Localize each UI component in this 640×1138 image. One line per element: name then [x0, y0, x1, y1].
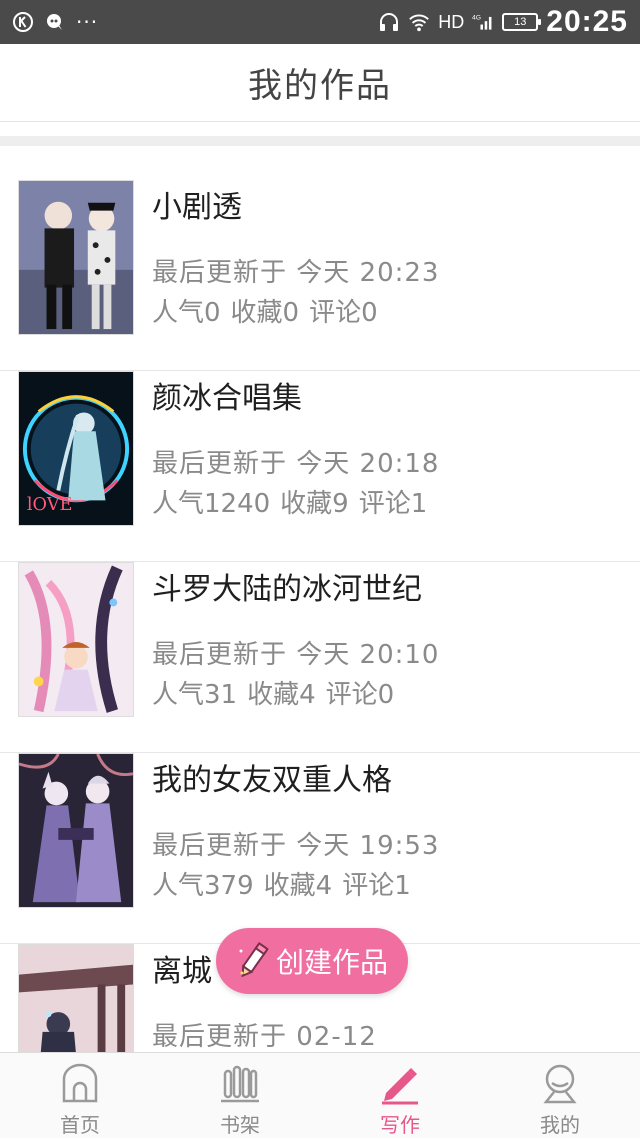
- network-type: HD: [438, 11, 465, 32]
- work-item[interactable]: lOVE 颜冰合唱集 最后更新于 今天 20:18 人气1240 收藏9 评论1: [0, 371, 640, 562]
- work-updated-time: 最后更新于 今天 19:53: [152, 831, 440, 861]
- status-right: HD 4G 13 20:25: [378, 5, 628, 39]
- works-list: 小剧透 最后更新于 今天 20:23 人气0 收藏0 评论0 lOVE 颜冰合唱…: [0, 146, 640, 1052]
- clock: 20:25: [546, 5, 628, 38]
- work-comments: 评论0: [325, 680, 395, 710]
- bottom-nav: 首页 书架 写作 我的: [0, 1052, 640, 1138]
- nav-label-mine: 我的: [540, 1113, 580, 1137]
- nav-item-home[interactable]: 首页: [0, 1053, 160, 1138]
- work-popularity: 人气1240: [152, 489, 271, 519]
- work-item[interactable]: 斗罗大陆的冰河世纪 最后更新于 今天 20:10 人气31 收藏4 评论0: [0, 562, 640, 753]
- work-stats: 人气0 收藏0 评论0: [152, 292, 378, 329]
- svg-text:lOVE: lOVE: [27, 495, 73, 515]
- nav-item-mine[interactable]: 我的: [480, 1053, 640, 1138]
- page-title: 我的作品: [248, 66, 392, 106]
- work-stats: 人气31 收藏4 评论0: [152, 674, 394, 711]
- bookshelf-icon: [221, 1065, 259, 1103]
- more-notifications-icon: ···: [76, 10, 99, 34]
- home-icon: [62, 1063, 98, 1103]
- work-stats: 人气379 收藏4 评论1: [152, 865, 411, 902]
- app-k-icon: [12, 11, 34, 33]
- work-cover-image: lOVE: [18, 371, 134, 526]
- work-cover-image: [18, 562, 134, 717]
- work-title: 我的女友双重人格: [152, 763, 392, 798]
- nav-item-bookshelf[interactable]: 书架: [160, 1053, 320, 1138]
- signal-icon: 4G: [472, 11, 494, 33]
- work-popularity: 人气379: [152, 871, 254, 901]
- work-popularity: 人气0: [152, 298, 221, 328]
- headphones-icon: [378, 11, 400, 33]
- work-cover-image: [18, 180, 134, 335]
- nav-item-write[interactable]: 写作: [320, 1053, 480, 1138]
- nav-label-home: 首页: [60, 1113, 100, 1137]
- work-favorites: 收藏0: [230, 298, 300, 328]
- work-updated-time: 最后更新于 02-12: [152, 1022, 377, 1052]
- work-item[interactable]: 小剧透 最后更新于 今天 20:23 人气0 收藏0 评论0: [0, 180, 640, 371]
- pencil-icon: [236, 941, 270, 981]
- work-title: 斗罗大陆的冰河世纪: [152, 572, 422, 607]
- work-favorites: 收藏4: [263, 871, 333, 901]
- section-divider: [0, 136, 640, 146]
- work-comments: 评论0: [309, 298, 378, 328]
- work-updated-time: 最后更新于 今天 20:23: [152, 258, 440, 288]
- work-comments: 评论1: [342, 871, 411, 901]
- work-updated-time: 最后更新于 今天 20:18: [152, 449, 440, 479]
- create-work-button[interactable]: 创建作品: [216, 928, 408, 994]
- work-favorites: 收藏9: [280, 489, 349, 519]
- create-work-label: 创建作品: [275, 946, 388, 979]
- work-stats: 人气1240 收藏9 评论1: [152, 483, 427, 520]
- nav-label-write: 写作: [380, 1113, 420, 1137]
- work-cover-image: [18, 753, 134, 908]
- nav-label-bookshelf: 书架: [220, 1113, 260, 1137]
- write-pen-icon: [382, 1068, 418, 1105]
- title-bar: 我的作品: [0, 44, 640, 122]
- work-cover-image: [18, 944, 134, 1052]
- work-item[interactable]: 我的女友双重人格 最后更新于 今天 19:53 人气379 收藏4 评论1: [0, 753, 640, 944]
- battery-indicator: 13: [502, 13, 542, 31]
- work-favorites: 收藏4: [247, 680, 316, 710]
- signal-label: 4G: [472, 14, 481, 21]
- work-updated-time: 最后更新于 今天 20:10: [152, 640, 440, 670]
- work-title: 离城: [152, 954, 212, 989]
- work-title: 小剧透: [152, 190, 242, 225]
- status-left: ···: [12, 11, 98, 33]
- status-bar: ··· HD 4G 13 20:25: [0, 0, 640, 44]
- work-comments: 评论1: [358, 489, 428, 519]
- profile-icon: [543, 1064, 577, 1104]
- work-title: 颜冰合唱集: [152, 381, 302, 416]
- wifi-icon: [408, 11, 430, 33]
- work-popularity: 人气31: [152, 680, 238, 710]
- chat-bubble-icon: [44, 11, 66, 33]
